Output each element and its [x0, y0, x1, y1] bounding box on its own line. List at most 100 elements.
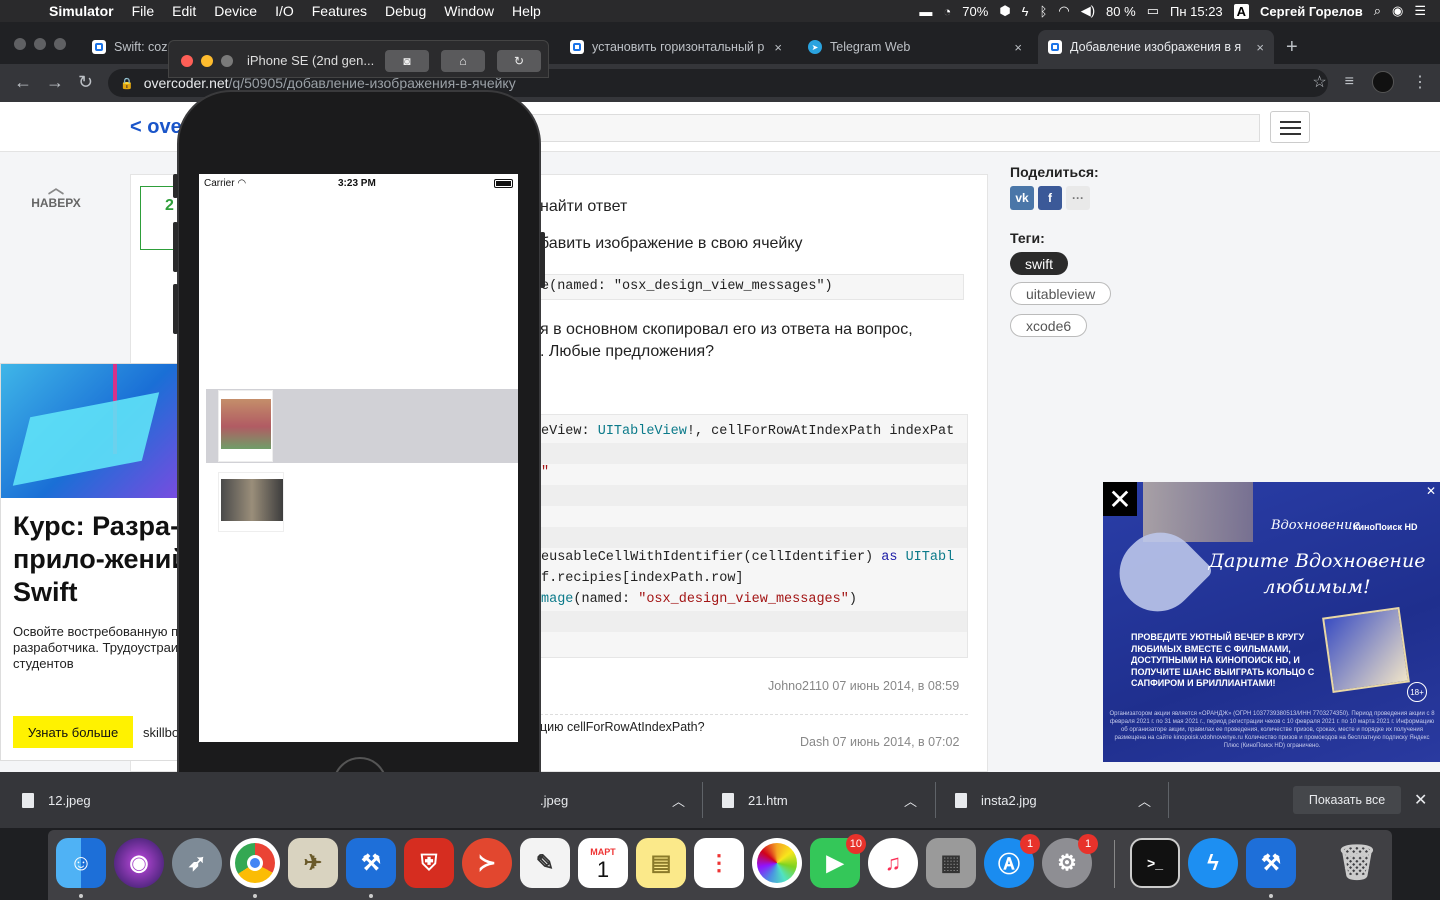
site-logo[interactable]: < ove — [130, 116, 182, 139]
simulator-titlebar[interactable]: iPhone SE (2nd gen... ◙ ⌂ ↻ — [168, 40, 549, 78]
battery-icon[interactable]: ▭ — [1147, 3, 1159, 19]
forward-icon[interactable]: → — [46, 72, 64, 93]
reading-list-icon[interactable]: ≡ — [1345, 73, 1354, 91]
finder-icon[interactable]: ☺ — [56, 838, 106, 898]
download-item-insta2[interactable]: insta2.jpg — [955, 772, 1037, 828]
download-item-jpeg[interactable]: .jpeg — [540, 772, 568, 828]
trash-icon[interactable]: 🗑 — [1332, 838, 1382, 888]
left-ad-banner[interactable]: Курс: Разра-ботка прило-жений на Swift О… — [0, 363, 180, 761]
profile-avatar[interactable] — [1372, 71, 1394, 93]
volume-up-button[interactable] — [173, 222, 178, 272]
new-tab-button[interactable]: + — [1286, 36, 1298, 59]
system-preferences-icon[interactable]: ⚙ 1 — [1042, 834, 1098, 888]
menu-edit[interactable]: Edit — [163, 3, 205, 19]
menu-help[interactable]: Help — [503, 3, 550, 19]
chevron-up-icon[interactable]: ︿ — [1138, 772, 1151, 828]
textedit-icon[interactable]: ✎ — [520, 838, 570, 888]
more-share-icon[interactable]: ··· — [1066, 186, 1090, 210]
facetime-icon[interactable]: ▶ 10 — [810, 834, 866, 888]
menu-debug[interactable]: Debug — [376, 3, 435, 19]
menu-io[interactable]: I/O — [266, 3, 303, 19]
right-ad-banner[interactable]: ✕ ✕ Вдохновение КиноПоиск HD Дарите Вдох… — [1103, 482, 1440, 762]
power-button[interactable] — [540, 232, 545, 288]
dock-status-icon[interactable]: ▬ — [919, 4, 932, 19]
volume-down-button[interactable] — [173, 284, 178, 334]
answer-author[interactable]: Johno2110 07 июнь 2014, в 08:59 — [768, 679, 959, 693]
ad-small-close-icon[interactable]: ✕ — [1426, 484, 1436, 498]
menu-app[interactable]: Simulator — [40, 3, 123, 19]
cpu-ring-icon[interactable]: ◔ — [943, 4, 951, 19]
sim-zoom-button[interactable] — [221, 55, 233, 67]
menu-device[interactable]: Device — [205, 3, 266, 19]
photos-icon[interactable] — [752, 838, 802, 888]
site-search-input[interactable] — [530, 114, 1260, 142]
tag-swift[interactable]: swift — [1010, 252, 1068, 275]
mute-switch[interactable] — [173, 174, 178, 198]
flash-app-icon[interactable]: ϟ — [1188, 838, 1238, 888]
menu-file[interactable]: File — [123, 3, 164, 19]
firewall-icon[interactable]: ⛨ — [404, 838, 454, 888]
download-item-12jpeg[interactable]: 12.jpeg — [22, 772, 91, 828]
app-store-icon[interactable]: Ⓐ 1 — [984, 834, 1040, 888]
wifi-icon[interactable]: ◠ — [1058, 3, 1069, 19]
shield-icon[interactable]: ⬢ — [999, 3, 1010, 19]
reminders-icon[interactable]: ⋮ — [694, 838, 744, 888]
ad-learn-more-button[interactable]: Узнать больше — [13, 716, 133, 748]
chevron-up-icon[interactable]: ︿ — [904, 772, 917, 828]
calendar-icon[interactable]: МАРТ 1 — [578, 838, 628, 888]
menu-window[interactable]: Window — [435, 3, 503, 19]
simulator-screen[interactable]: Carrier ◠ 3:23 PM — [199, 174, 518, 742]
tab-add-image[interactable]: Добавление изображения в я × — [1038, 30, 1274, 64]
preview-icon[interactable]: ✈ — [288, 838, 338, 888]
scroll-up-button[interactable]: ︿ НАВЕРХ — [28, 181, 84, 211]
bookmark-star-icon[interactable]: ☆ — [1312, 72, 1326, 92]
menubar-clock[interactable]: Пн 15:23 — [1170, 4, 1223, 19]
siri-icon[interactable]: ◉ — [114, 838, 164, 888]
hamburger-menu-button[interactable] — [1270, 111, 1310, 143]
close-window-button[interactable] — [14, 38, 26, 50]
terminal-icon[interactable]: >_ — [1130, 838, 1180, 888]
tab-swift[interactable]: Swift: cozd — [82, 30, 177, 64]
zoom-window-button[interactable] — [54, 38, 66, 50]
volume-icon[interactable]: ◀) — [1081, 3, 1095, 19]
sim-close-button[interactable] — [181, 55, 193, 67]
launchpad-icon[interactable]: ➶ — [172, 838, 222, 888]
lock-icon[interactable]: 🔒 — [120, 77, 134, 90]
notification-center-icon[interactable]: ☰ — [1414, 3, 1426, 19]
tab-horizontal[interactable]: установить горизонтальный р × — [560, 30, 792, 64]
anydesk-icon[interactable]: ≻ — [462, 838, 512, 888]
screenshot-icon[interactable]: ◙ — [385, 50, 429, 72]
close-tab-icon[interactable]: × — [1014, 40, 1022, 55]
ad-close-button[interactable]: ✕ — [1103, 482, 1137, 516]
simulator-icon[interactable]: ⚒ — [1246, 838, 1296, 898]
show-all-downloads-button[interactable]: Показать все — [1293, 786, 1401, 814]
spotlight-icon[interactable]: ⌕ — [1374, 3, 1381, 19]
close-tab-icon[interactable]: × — [774, 40, 782, 55]
vk-share-icon[interactable]: vk — [1010, 186, 1034, 210]
chrome-icon[interactable] — [230, 838, 280, 898]
comment-author[interactable]: Dash 07 июнь 2014, в 07:02 — [800, 735, 959, 749]
music-icon[interactable]: ♫ — [868, 838, 918, 888]
home-icon[interactable]: ⌂ — [441, 50, 485, 72]
menu-kebab-icon[interactable]: ⋮ — [1412, 72, 1428, 92]
chevron-up-icon[interactable]: ︿ — [672, 772, 685, 828]
calculator-icon[interactable]: ▦ — [926, 838, 976, 888]
tab-telegram[interactable]: ➤ Telegram Web × — [798, 30, 1032, 64]
bluetooth-icon[interactable]: ᛒ — [1040, 4, 1048, 19]
download-item-21htm[interactable]: 21.htm — [722, 772, 788, 828]
back-icon[interactable]: ← — [14, 72, 32, 93]
xcode-icon[interactable]: ⚒ — [346, 838, 396, 898]
close-tab-icon[interactable]: × — [1256, 40, 1264, 55]
rotate-icon[interactable]: ↻ — [497, 50, 541, 72]
tag-xcode6[interactable]: xcode6 — [1010, 314, 1088, 337]
flash-icon[interactable]: ϟ — [1022, 4, 1029, 19]
minimize-window-button[interactable] — [34, 38, 46, 50]
siri-icon[interactable]: ◉ — [1392, 3, 1403, 19]
notes-icon[interactable]: ▤ — [636, 838, 686, 888]
user-name[interactable]: Сергей Горелов — [1260, 4, 1363, 19]
input-source[interactable]: A — [1233, 3, 1250, 19]
close-downloads-icon[interactable]: ✕ — [1414, 790, 1427, 810]
menu-features[interactable]: Features — [303, 3, 376, 19]
reload-icon[interactable]: ↻ — [78, 72, 93, 93]
sim-minimize-button[interactable] — [201, 55, 213, 67]
